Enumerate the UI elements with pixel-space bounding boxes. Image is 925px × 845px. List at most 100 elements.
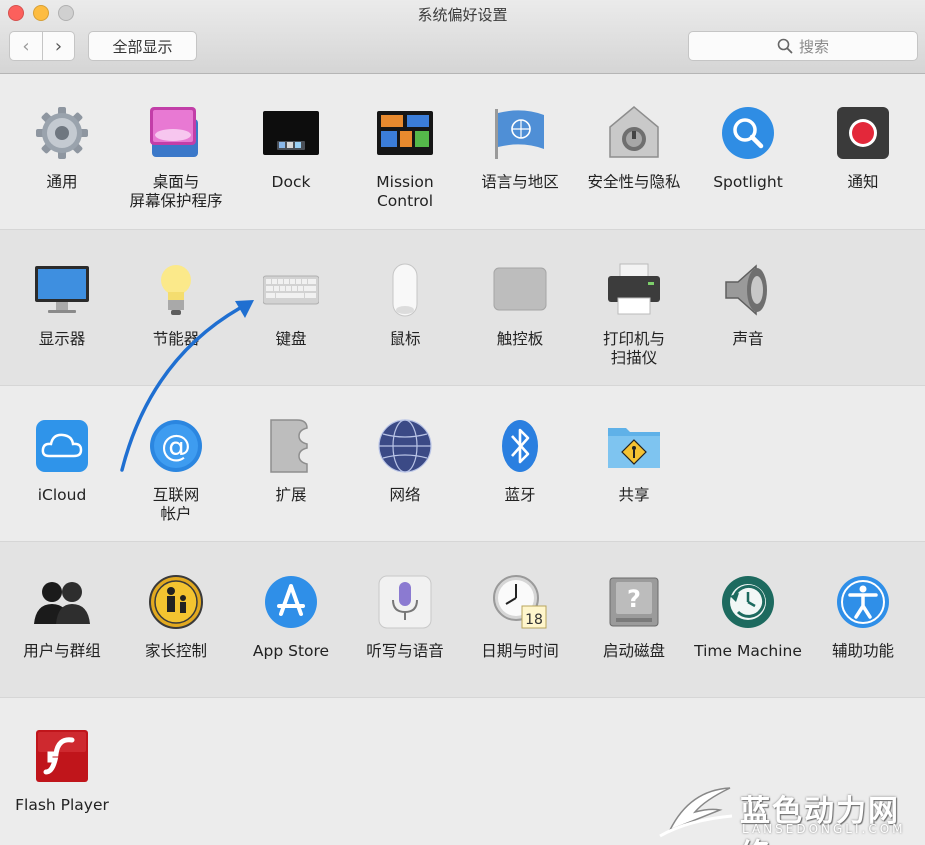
pref-dock[interactable]: Dock xyxy=(234,105,348,192)
pref-language-region[interactable]: 语言与地区 xyxy=(463,105,577,192)
pref-label: Spotlight xyxy=(713,173,783,191)
watermark-logo-icon xyxy=(659,787,733,838)
pref-label: 用户与群组 xyxy=(23,642,101,660)
svg-text:?: ? xyxy=(627,585,641,613)
pref-extensions[interactable]: 扩展 xyxy=(234,418,348,505)
clock-calendar-icon: 18 xyxy=(492,574,548,630)
internet-accounts-icon: @ xyxy=(148,418,204,474)
gear-icon xyxy=(34,105,90,161)
pref-label: 声音 xyxy=(732,330,764,348)
pref-label: iCloud xyxy=(37,486,87,504)
pref-users-groups[interactable]: 用户与群组 xyxy=(5,574,119,661)
pref-spotlight[interactable]: Spotlight xyxy=(691,105,805,192)
notifications-icon xyxy=(835,105,891,161)
pref-energy-saver[interactable]: 节能器 xyxy=(119,262,233,349)
startup-disk-icon: ? xyxy=(606,574,662,630)
pref-desktop-screensaver[interactable]: 桌面与 屏幕保护程序 xyxy=(119,105,233,211)
pref-label: 共享 xyxy=(618,486,650,504)
back-button[interactable]: ‹ xyxy=(9,31,42,61)
pref-app-store[interactable]: App Store xyxy=(234,574,348,661)
pref-label: 扩展 xyxy=(275,486,307,504)
pref-label: Dock xyxy=(271,173,311,191)
pref-mission-control[interactable]: Mission Control xyxy=(348,105,462,211)
pref-label: Time Machine xyxy=(694,642,802,660)
section-system: 用户与群组 家长控制 App Store 听写与语音 18 日期与时间 ? 启动… xyxy=(0,542,925,698)
pref-dictation-speech[interactable]: 听写与语音 xyxy=(348,574,462,661)
calendar-day-text: 18 xyxy=(525,612,543,628)
network-globe-icon xyxy=(377,418,433,474)
window-toolbar: 系统偏好设置 ‹ › 全部显示 搜索 xyxy=(0,0,925,74)
accessibility-icon xyxy=(835,574,891,630)
show-all-button[interactable]: 全部显示 xyxy=(88,31,197,61)
pref-label: Flash Player xyxy=(15,796,109,814)
pref-label: 语言与地区 xyxy=(481,173,559,191)
section-hardware: 显示器 节能器 键盘 鼠标 触控板 打印机与 扫描仪 声音 xyxy=(0,230,925,386)
watermark-text-en: LANSEDONGLI.COM xyxy=(742,822,906,836)
icloud-icon xyxy=(34,418,90,474)
pref-network[interactable]: 网络 xyxy=(348,418,462,505)
pref-label: 家长控制 xyxy=(144,642,207,660)
pref-label: 通用 xyxy=(46,173,78,191)
pref-flash-player[interactable]: Flash Player xyxy=(5,728,119,815)
parental-controls-icon xyxy=(148,574,204,630)
pref-label: 蓝牙 xyxy=(504,486,536,504)
users-groups-icon xyxy=(34,574,90,630)
pref-internet-accounts[interactable]: @ 互联网 帐户 xyxy=(119,418,233,524)
pref-printers-scanners[interactable]: 打印机与 扫描仪 xyxy=(577,262,691,368)
search-field[interactable]: 搜索 xyxy=(688,31,918,61)
sharing-folder-icon xyxy=(606,418,662,474)
search-placeholder: 搜索 xyxy=(798,37,829,56)
pref-label: Mission Control xyxy=(376,173,434,210)
pref-keyboard[interactable]: 键盘 xyxy=(234,262,348,349)
dock-icon xyxy=(263,105,319,161)
pref-label: 触控板 xyxy=(496,330,544,348)
lightbulb-icon xyxy=(148,262,204,318)
pref-date-time[interactable]: 18 日期与时间 xyxy=(463,574,577,661)
keyboard-icon xyxy=(262,262,320,318)
pref-general[interactable]: 通用 xyxy=(5,105,119,192)
pref-time-machine[interactable]: Time Machine xyxy=(691,574,805,661)
security-house-icon xyxy=(606,105,662,161)
pref-bluetooth[interactable]: 蓝牙 xyxy=(463,418,577,505)
spotlight-icon xyxy=(720,105,776,161)
pref-label: App Store xyxy=(252,642,330,660)
pref-accessibility[interactable]: 辅助功能 xyxy=(806,574,920,661)
pref-label: 桌面与 屏幕保护程序 xyxy=(129,173,223,210)
speaker-icon xyxy=(720,262,776,318)
pref-notifications[interactable]: 通知 xyxy=(806,105,920,192)
microphone-icon xyxy=(377,574,433,630)
bluetooth-icon xyxy=(492,418,548,474)
pref-label: 通知 xyxy=(847,173,879,191)
pref-parental-controls[interactable]: 家长控制 xyxy=(119,574,233,661)
desktop-screensaver-icon xyxy=(148,105,204,161)
watermark-text-cn: 蓝色动力网络 xyxy=(740,794,900,845)
pref-label: 辅助功能 xyxy=(831,642,894,660)
display-icon xyxy=(34,262,90,318)
search-icon xyxy=(777,38,793,54)
app-store-icon xyxy=(263,574,319,630)
svg-text:@: @ xyxy=(161,429,191,464)
pref-label: 节能器 xyxy=(152,330,200,348)
extensions-icon xyxy=(263,418,319,474)
pref-label: 网络 xyxy=(389,486,421,504)
navigation-buttons: ‹ › xyxy=(9,31,75,61)
pref-security-privacy[interactable]: 安全性与隐私 xyxy=(577,105,691,192)
pref-label: 互联网 帐户 xyxy=(152,486,200,523)
pref-label: 打印机与 扫描仪 xyxy=(602,330,665,367)
pref-sharing[interactable]: 共享 xyxy=(577,418,691,505)
forward-button[interactable]: › xyxy=(42,31,75,61)
pref-icloud[interactable]: iCloud xyxy=(5,418,119,505)
pref-startup-disk[interactable]: ? 启动磁盘 xyxy=(577,574,691,661)
pref-label: 安全性与隐私 xyxy=(587,173,681,191)
time-machine-icon xyxy=(720,574,776,630)
watermark: 蓝色动力网络 LANSEDONGLI.COM xyxy=(650,780,920,845)
pref-displays[interactable]: 显示器 xyxy=(5,262,119,349)
pref-mouse[interactable]: 鼠标 xyxy=(348,262,462,349)
pref-sound[interactable]: 声音 xyxy=(691,262,805,349)
pref-label: 听写与语音 xyxy=(366,642,444,660)
section-internet-wireless: iCloud @ 互联网 帐户 扩展 网络 蓝牙 共享 xyxy=(0,386,925,542)
mission-control-icon xyxy=(377,105,433,161)
pref-trackpad[interactable]: 触控板 xyxy=(463,262,577,349)
printer-icon xyxy=(606,262,662,318)
un-flag-icon xyxy=(492,105,548,161)
